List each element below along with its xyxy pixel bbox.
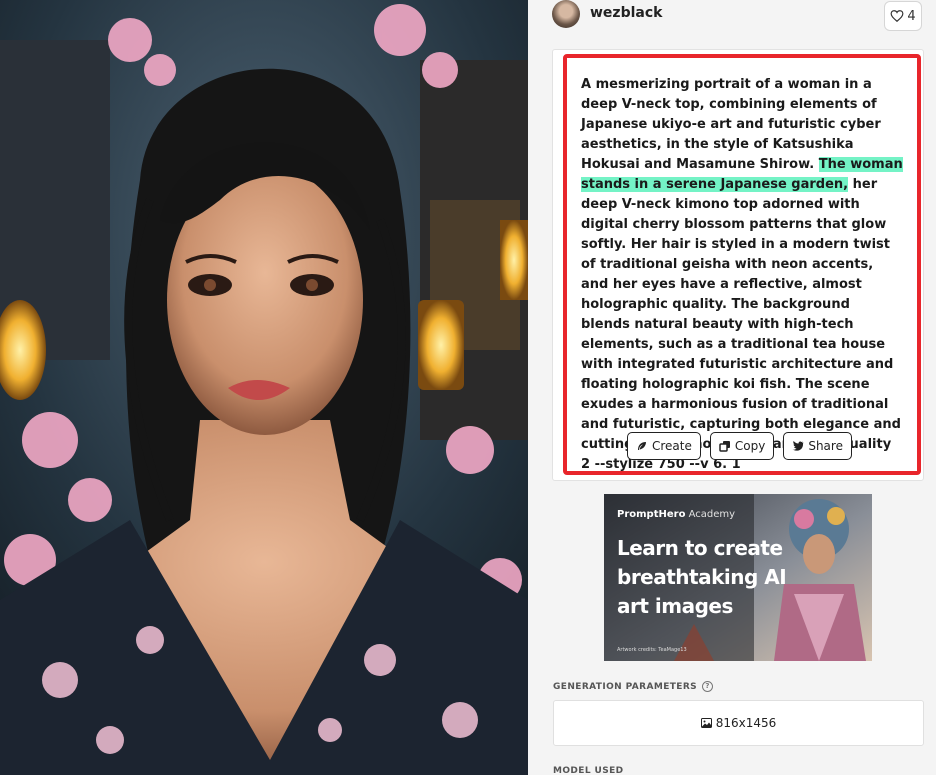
banner-credit: Artwork credits: TeaMage13 [617,647,687,653]
like-button[interactable]: 4 [884,1,922,31]
academy-banner[interactable]: PromptHero Academy Learn to create breat… [604,494,872,661]
create-button[interactable]: Create [627,432,701,460]
help-icon[interactable]: ? [702,681,714,692]
generation-parameters-label: GENERATION PARAMETERS [553,681,698,692]
avatar[interactable] [552,0,580,28]
portrait-illustration [0,0,528,775]
dimensions-box: 816x1456 [553,700,924,746]
details-panel: wezblack 4 A mesmerizing portrait of a w… [528,0,936,775]
prompt-highlight-outline: A mesmerizing portrait of a woman in a d… [563,54,921,475]
username[interactable]: wezblack [590,5,662,21]
copy-button[interactable]: Copy [709,432,775,460]
image-icon [700,718,712,728]
copy-button-label: Copy [734,439,766,453]
generated-image[interactable] [0,0,528,775]
prompt-text-after: her deep V-neck kimono top adorned with … [581,177,901,472]
feather-icon [638,442,646,450]
heart-icon [890,10,904,23]
brand-name: PromptHero [617,509,686,520]
like-count: 4 [907,8,916,24]
prompt-card: A mesmerizing portrait of a woman in a d… [552,49,924,481]
model-used-heading: MODEL USED [553,766,624,775]
generation-parameters-heading: GENERATION PARAMETERS ? [553,681,714,692]
create-button-label: Create [652,439,692,453]
copy-icon [719,441,730,452]
twitter-icon [792,441,804,451]
banner-brand: PromptHero Academy [617,509,735,520]
page: wezblack 4 A mesmerizing portrait of a w… [0,0,936,775]
banner-headline: Learn to create breathtaking AI art imag… [617,536,787,618]
share-button-label: Share [808,439,843,453]
brand-suffix: Academy [685,509,736,520]
prompt-actions: Create Copy Share [627,432,852,460]
author-row: wezblack 4 [552,0,924,31]
dimensions-value: 816x1456 [715,716,777,730]
share-button[interactable]: Share [783,432,852,460]
prompt-text: A mesmerizing portrait of a woman in a d… [581,75,903,475]
